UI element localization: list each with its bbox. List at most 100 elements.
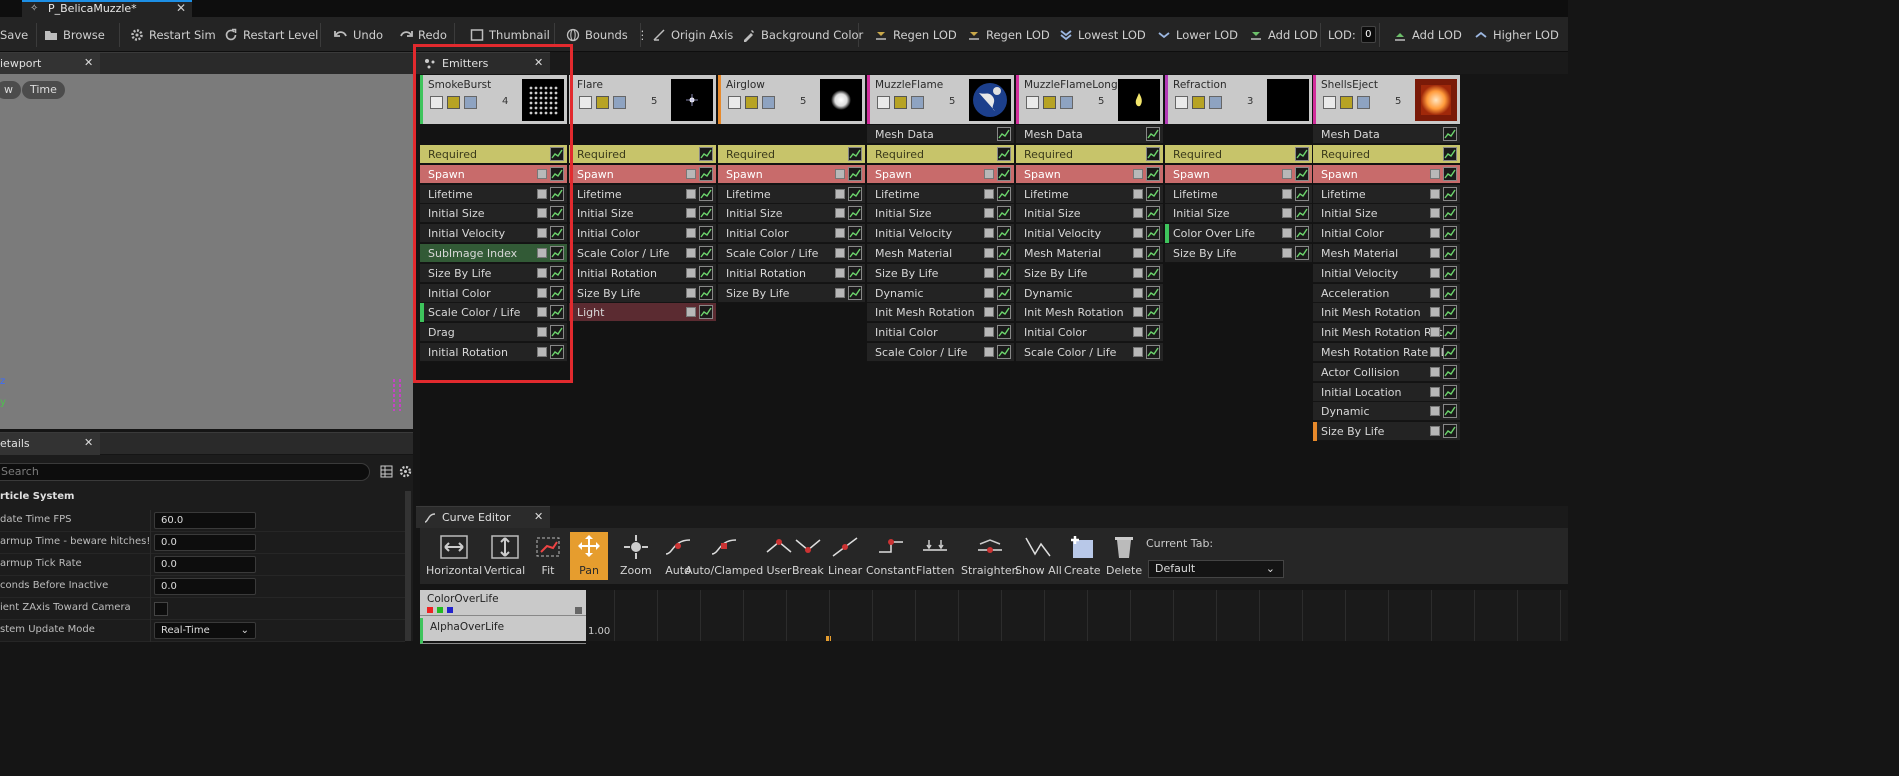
dollar-icon[interactable] <box>613 96 626 109</box>
module-row[interactable]: Spawn <box>1016 164 1163 184</box>
module-enable-checkbox[interactable] <box>686 248 696 258</box>
module-enable-checkbox[interactable] <box>686 228 696 239</box>
module-enable-checkbox[interactable] <box>1133 307 1143 318</box>
column-splitter[interactable] <box>150 554 151 576</box>
graph-icon[interactable] <box>997 325 1011 340</box>
graph-icon[interactable] <box>997 147 1011 161</box>
module-row[interactable]: Init Mesh Rotation <box>867 303 1014 323</box>
graph-icon[interactable] <box>1146 246 1160 260</box>
solo-toggle-icon[interactable] <box>745 96 758 109</box>
graph-icon[interactable] <box>1146 206 1160 221</box>
module-row[interactable]: Scale Color / Life <box>569 244 716 263</box>
prop-value-input[interactable]: 0.0 <box>154 578 256 595</box>
module-enable-checkbox[interactable] <box>835 248 845 258</box>
module-enable-checkbox[interactable] <box>1133 168 1143 179</box>
module-row[interactable]: Initial Size <box>1165 204 1312 224</box>
graph-icon[interactable] <box>1443 285 1457 300</box>
graph-icon[interactable] <box>997 285 1011 300</box>
graph-icon[interactable] <box>1146 325 1160 340</box>
curve-tool-linear-button[interactable]: Linear <box>828 532 862 577</box>
module-row[interactable]: Initial Color <box>718 224 865 244</box>
module-row[interactable]: Spawn <box>867 164 1014 184</box>
module-enable-checkbox[interactable] <box>1430 386 1440 397</box>
module-row[interactable]: Spawn <box>718 164 865 184</box>
emitter-header[interactable]: Flare 5 <box>569 75 716 124</box>
module-row[interactable]: Scale Color / Life <box>1016 343 1163 362</box>
dollar-icon[interactable] <box>1209 96 1222 109</box>
graph-icon[interactable] <box>1443 345 1457 359</box>
module-row[interactable]: Mesh Rotation Rate * L <box>1313 343 1460 362</box>
module-row[interactable]: Initial Color <box>1313 224 1460 244</box>
module-row[interactable]: Size By Life <box>1313 422 1460 442</box>
module-row[interactable]: Initial Rotation <box>718 263 865 283</box>
dollar-icon[interactable] <box>911 96 924 109</box>
graph-icon[interactable] <box>1443 246 1457 260</box>
solo-toggle-icon[interactable] <box>894 96 907 109</box>
close-icon[interactable]: ✕ <box>534 510 543 523</box>
module-row[interactable]: Initial Velocity <box>1016 224 1163 244</box>
module-enable-checkbox[interactable] <box>1430 208 1440 219</box>
column-splitter[interactable] <box>150 576 151 598</box>
particle-system-section[interactable]: rticle System <box>0 491 74 502</box>
module-row[interactable]: Init Mesh Rotation <box>1313 303 1460 323</box>
graph-icon[interactable] <box>1295 246 1309 260</box>
graph-icon[interactable] <box>997 226 1011 241</box>
module-enable-checkbox[interactable] <box>1430 426 1440 437</box>
graph-icon[interactable] <box>699 246 713 260</box>
curve-item-alphaoverlife[interactable]: AlphaOverLife <box>420 618 586 644</box>
origin-axis-button[interactable]: Origin Axis <box>652 17 733 52</box>
curve-tool-horizontal-button[interactable]: Horizontal <box>426 532 482 577</box>
module-enable-checkbox[interactable] <box>984 267 994 278</box>
column-splitter[interactable] <box>150 532 151 554</box>
curve-tool-user-button[interactable]: User <box>764 532 794 577</box>
details-tab[interactable]: etails ✕ <box>0 433 100 455</box>
graph-icon[interactable] <box>699 206 713 221</box>
graph-icon[interactable] <box>848 246 862 260</box>
module-row[interactable]: Acceleration <box>1313 283 1460 303</box>
module-row[interactable]: Required <box>718 145 865 164</box>
viewport[interactable]: w Time z y <box>0 74 413 429</box>
module-enable-checkbox[interactable] <box>984 208 994 219</box>
regen-lod-button-1[interactable]: Regen LOD <box>874 17 957 52</box>
graph-icon[interactable] <box>848 226 862 241</box>
module-enable-checkbox[interactable] <box>1430 347 1440 357</box>
module-enable-checkbox[interactable] <box>686 287 696 298</box>
more-options-icon[interactable]: ⋮ <box>637 28 649 42</box>
viewport-tab[interactable]: iewport ✕ <box>0 53 100 75</box>
module-row[interactable]: Size By Life <box>1016 263 1163 283</box>
module-row[interactable]: Size By Life <box>569 283 716 303</box>
module-row[interactable]: Color Over Life <box>1165 224 1312 244</box>
time-pill[interactable]: Time <box>22 81 65 99</box>
graph-icon[interactable] <box>1443 206 1457 221</box>
module-enable-checkbox[interactable] <box>984 228 994 239</box>
module-enable-checkbox[interactable] <box>835 168 845 179</box>
graph-icon[interactable] <box>1146 305 1160 320</box>
close-icon[interactable]: ✕ <box>84 56 93 69</box>
red-channel-toggle[interactable] <box>427 607 433 613</box>
curve-tool-straighten-button[interactable]: Straighten <box>961 532 1019 577</box>
module-row[interactable]: Scale Color / Life <box>718 244 865 263</box>
module-enable-checkbox[interactable] <box>1430 267 1440 278</box>
enable-checkbox[interactable] <box>1175 96 1188 109</box>
prop-value-input[interactable]: 0.0 <box>154 556 256 573</box>
module-enable-checkbox[interactable] <box>984 307 994 318</box>
module-row[interactable]: Lifetime <box>1165 184 1312 204</box>
curve-graph[interactable]: 1.00 <box>586 590 1568 641</box>
module-row[interactable]: Lifetime <box>1313 184 1460 204</box>
module-enable-checkbox[interactable] <box>1430 287 1440 298</box>
module-row[interactable]: Lifetime <box>718 184 865 204</box>
curve-tool-delete-button[interactable]: Delete <box>1106 532 1142 577</box>
graph-icon[interactable] <box>1443 325 1457 340</box>
module-row[interactable]: Init Mesh Rotation <box>1016 303 1163 323</box>
module-enable-checkbox[interactable] <box>1133 188 1143 199</box>
current-tab-dropdown[interactable]: Default ⌄ <box>1148 560 1284 578</box>
details-scrollbar[interactable] <box>405 491 411 641</box>
graph-icon[interactable] <box>1443 404 1457 419</box>
curve-visibility-toggle[interactable] <box>575 607 582 614</box>
dollar-icon[interactable] <box>1060 96 1073 109</box>
module-row[interactable]: Initial Velocity <box>867 224 1014 244</box>
graph-icon[interactable] <box>699 147 713 161</box>
curve-tool-create-button[interactable]: Create <box>1064 532 1101 577</box>
lod-value-field[interactable]: 0 <box>1360 26 1376 43</box>
graph-icon[interactable] <box>699 265 713 280</box>
